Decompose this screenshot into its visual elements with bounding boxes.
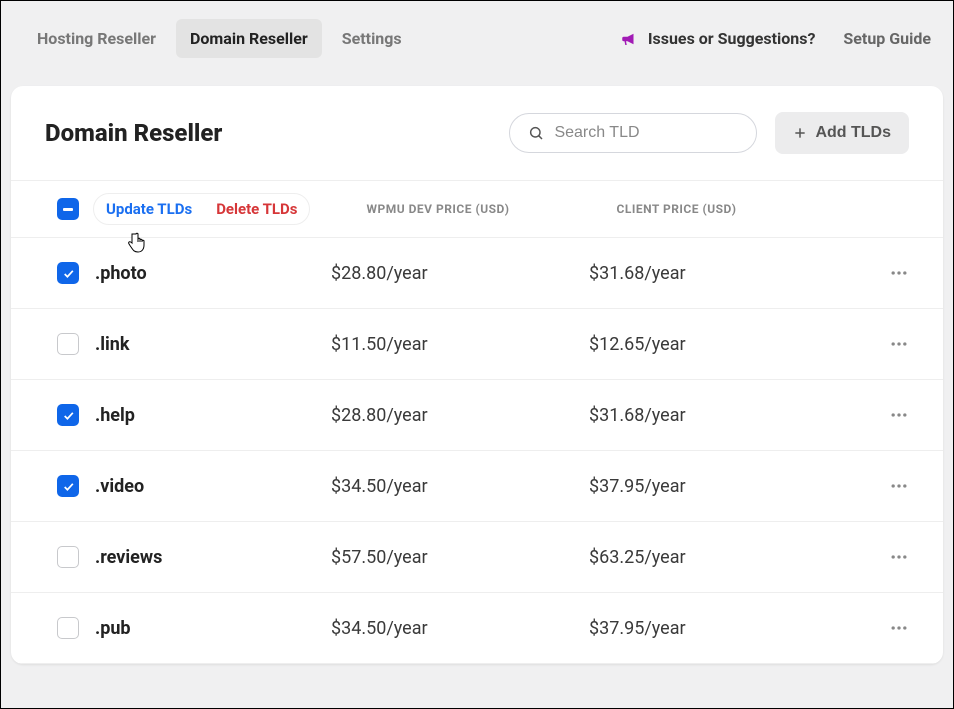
ellipsis-icon (889, 618, 909, 638)
select-all-checkbox[interactable] (57, 198, 79, 220)
page-title: Domain Reseller (45, 119, 222, 147)
table-row: .link$11.50/year$12.65/year (11, 309, 943, 380)
setup-guide-link[interactable]: Setup Guide (843, 29, 931, 48)
tab-hosting-reseller[interactable]: Hosting Reseller (23, 19, 170, 58)
check-icon (62, 267, 75, 280)
row-checkbox[interactable] (57, 262, 79, 284)
bulk-action-pill: Update TLDs Delete TLDs (93, 193, 310, 225)
wpmu-price: $57.50/year (331, 547, 589, 568)
table-row: .photo$28.80/year$31.68/year (11, 238, 943, 309)
row-menu-button[interactable] (889, 334, 909, 354)
row-menu-button[interactable] (889, 263, 909, 283)
client-price: $37.95/year (589, 618, 889, 639)
row-menu-button[interactable] (889, 405, 909, 425)
ellipsis-icon (889, 263, 909, 283)
wpmu-price: $28.80/year (331, 405, 589, 426)
search-wrap[interactable] (509, 113, 757, 153)
ellipsis-icon (889, 547, 909, 567)
issues-suggestions-label: Issues or Suggestions? (648, 29, 816, 48)
client-price: $31.68/year (589, 405, 889, 426)
table-row: .reviews$57.50/year$63.25/year (11, 522, 943, 593)
tab-settings[interactable]: Settings (328, 19, 416, 58)
search-icon (528, 125, 544, 141)
row-checkbox[interactable] (57, 475, 79, 497)
plus-icon (793, 126, 807, 140)
row-menu-button[interactable] (889, 547, 909, 567)
wpmu-price: $28.80/year (331, 263, 589, 284)
panel-header: Domain Reseller Add TLDs (11, 86, 943, 180)
update-tlds-button[interactable]: Update TLDs (94, 194, 204, 224)
table-row: .pub$34.50/year$37.95/year (11, 593, 943, 664)
delete-tlds-button[interactable]: Delete TLDs (204, 194, 309, 224)
tld-name: .link (95, 334, 331, 355)
row-checkbox[interactable] (57, 333, 79, 355)
tab-domain-reseller[interactable]: Domain Reseller (176, 19, 322, 58)
tld-name: .video (95, 476, 331, 497)
search-input[interactable] (554, 124, 738, 142)
megaphone-icon (620, 30, 638, 48)
bulk-actions-row: Update TLDs Delete TLDs WPMU DEV PRICE (… (11, 180, 943, 238)
row-checkbox[interactable] (57, 617, 79, 639)
ellipsis-icon (889, 476, 909, 496)
add-tlds-label: Add TLDs (815, 124, 891, 142)
add-tlds-button[interactable]: Add TLDs (775, 112, 909, 154)
client-price: $12.65/year (589, 334, 889, 355)
column-header-client-price: CLIENT PRICE (USD) (616, 202, 856, 216)
column-header-wpmu-price: WPMU DEV PRICE (USD) (366, 202, 616, 216)
check-icon (62, 480, 75, 493)
table-row: .help$28.80/year$31.68/year (11, 380, 943, 451)
wpmu-price: $34.50/year (331, 618, 589, 639)
top-nav: Hosting Reseller Domain Reseller Setting… (1, 1, 953, 76)
ellipsis-icon (889, 334, 909, 354)
tld-name: .reviews (95, 547, 331, 568)
row-checkbox[interactable] (57, 404, 79, 426)
tld-name: .photo (95, 263, 331, 284)
wpmu-price: $11.50/year (331, 334, 589, 355)
indeterminate-icon (63, 208, 73, 211)
table-row: .video$34.50/year$37.95/year (11, 451, 943, 522)
tld-name: .help (95, 405, 331, 426)
row-checkbox[interactable] (57, 546, 79, 568)
client-price: $31.68/year (589, 263, 889, 284)
issues-suggestions-link[interactable]: Issues or Suggestions? (620, 29, 816, 48)
ellipsis-icon (889, 405, 909, 425)
row-menu-button[interactable] (889, 618, 909, 638)
main-panel: Domain Reseller Add TLDs (11, 86, 943, 664)
row-menu-button[interactable] (889, 476, 909, 496)
wpmu-price: $34.50/year (331, 476, 589, 497)
client-price: $37.95/year (589, 476, 889, 497)
check-icon (62, 409, 75, 422)
client-price: $63.25/year (589, 547, 889, 568)
tld-name: .pub (95, 618, 331, 639)
